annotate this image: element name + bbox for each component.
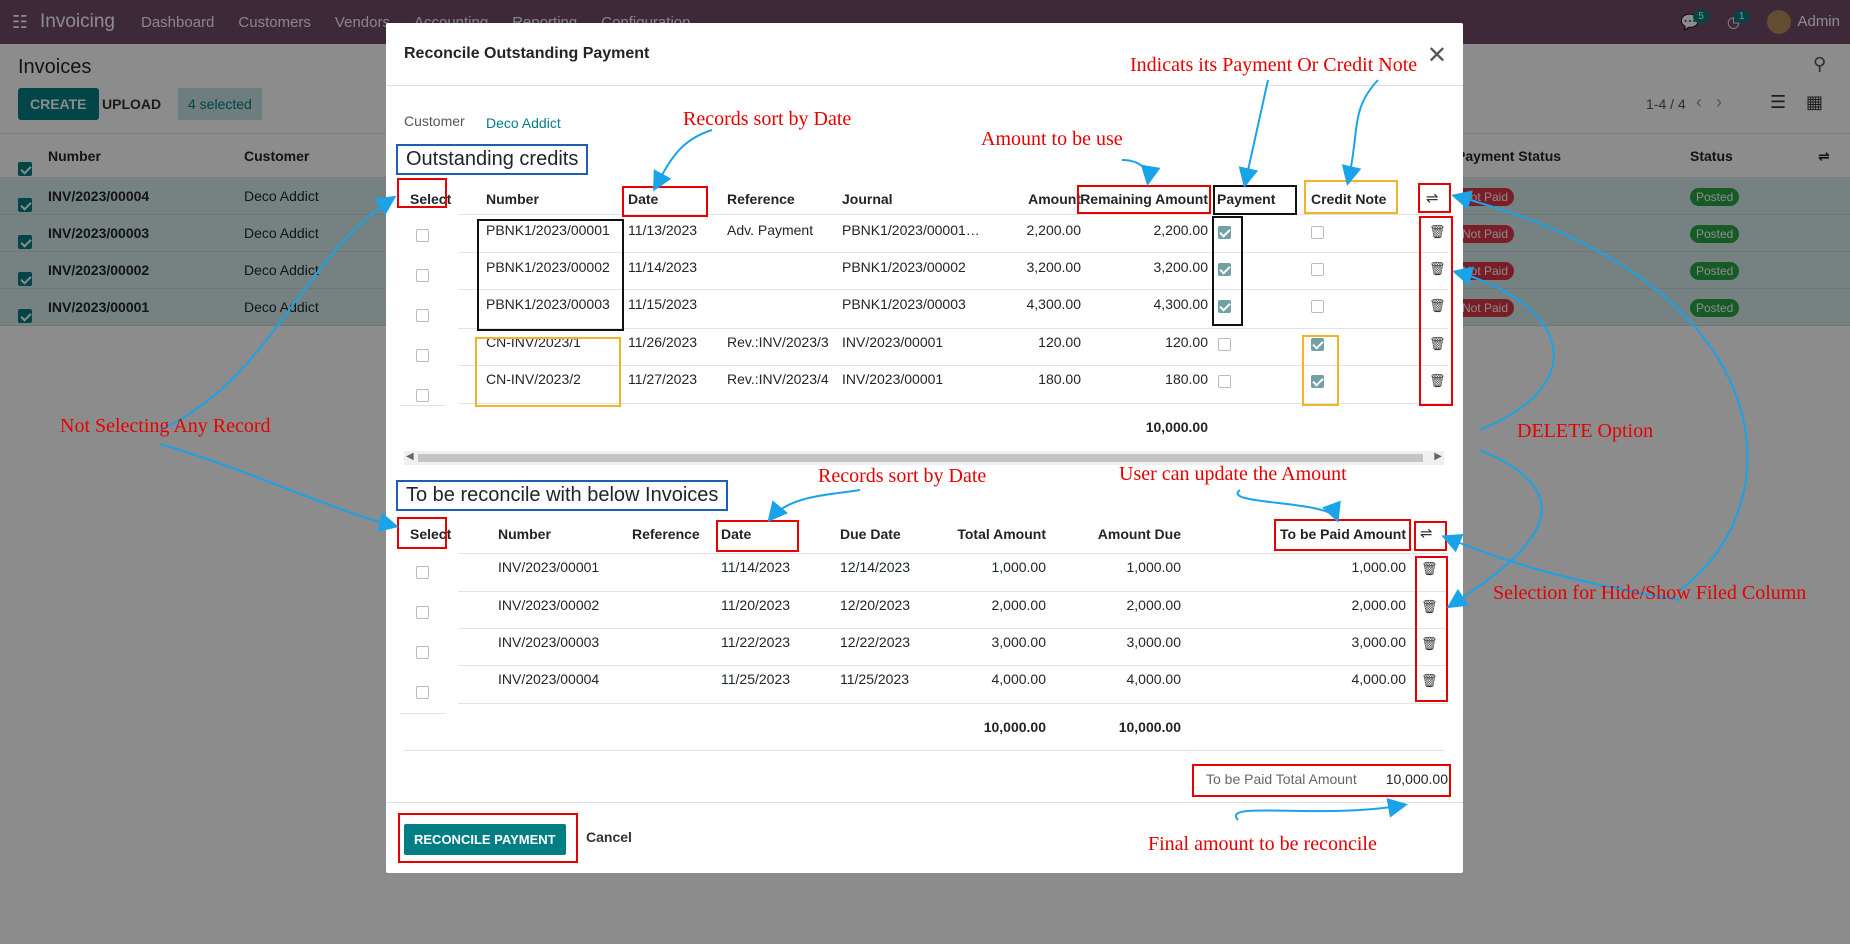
annotation-amount-to-use: Amount to be use	[981, 128, 1123, 150]
annotation-sort-date-1: Records sort by Date	[683, 108, 852, 130]
annotation-hide-show: Selection for Hide/Show Filed Column	[1493, 582, 1807, 604]
annotation-not-selecting: Not Selecting Any Record	[60, 415, 271, 437]
annotation-final-amount: Final amount to be reconcile	[1148, 833, 1377, 855]
annotation-sort-date-2: Records sort by Date	[818, 465, 987, 487]
annotation-user-update: User can update the Amount	[1119, 463, 1347, 485]
annotation-delete-option: DELETE Option	[1517, 420, 1654, 442]
annotation-payment-or-credit: Indicats its Payment Or Credit Note	[1130, 54, 1418, 76]
